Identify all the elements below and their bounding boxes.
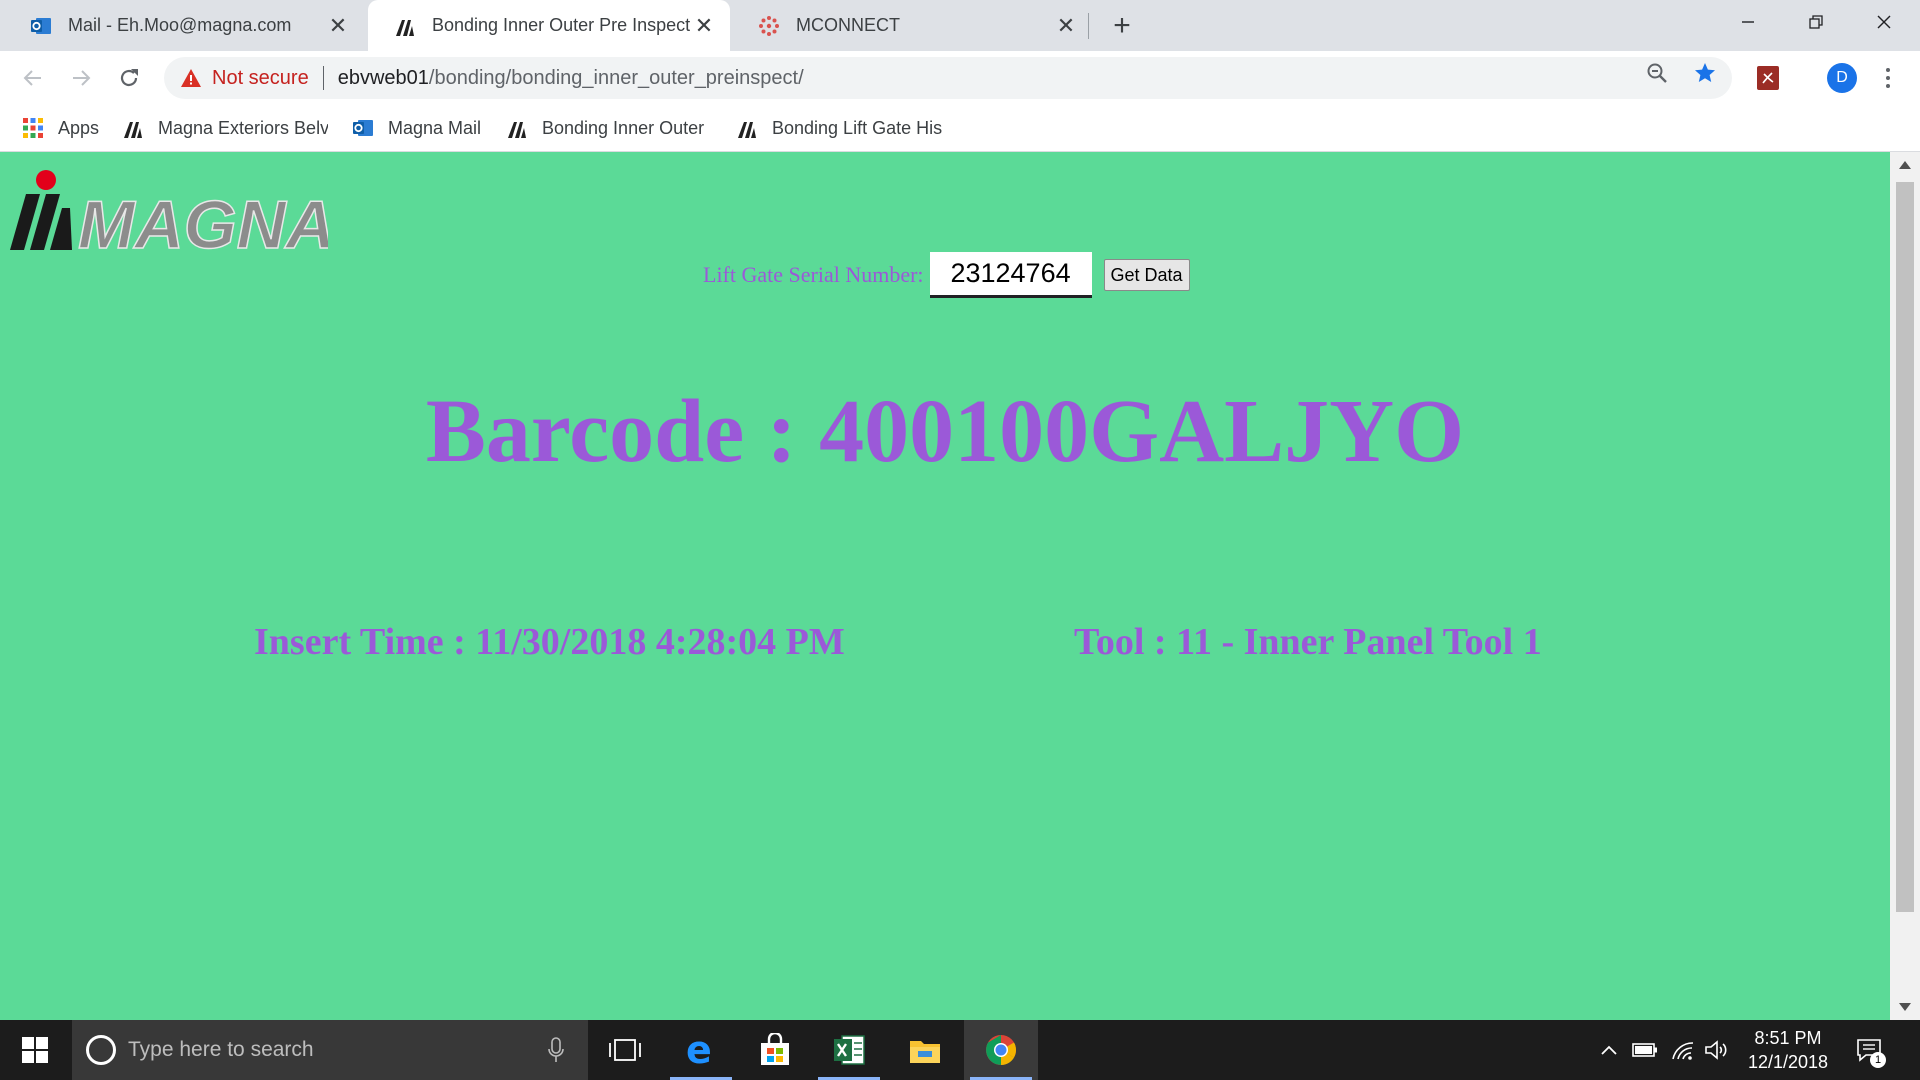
magna-icon xyxy=(736,117,758,139)
taskbar-file-explorer[interactable] xyxy=(888,1020,962,1080)
serial-label: Lift Gate Serial Number: xyxy=(703,262,924,287)
wifi-icon[interactable] xyxy=(1670,1038,1696,1062)
page-content: MAGNA Lift Gate Serial Number: Get Data … xyxy=(0,152,1890,1020)
taskbar-search[interactable]: Type here to search xyxy=(72,1020,588,1080)
magna-icon xyxy=(506,117,528,139)
show-hidden-icons-chevron-icon[interactable] xyxy=(1596,1038,1622,1062)
task-view-icon xyxy=(609,1039,641,1061)
back-arrow-icon xyxy=(23,70,41,86)
store-icon xyxy=(761,1033,789,1065)
profile-avatar[interactable]: D xyxy=(1827,63,1857,93)
menu-kebab-icon[interactable] xyxy=(1876,63,1900,93)
bookmark-apps[interactable]: Apps xyxy=(22,115,112,141)
taskbar-store[interactable] xyxy=(738,1020,812,1080)
insert-time-text: Insert Time : 11/30/2018 4:28:04 PM xyxy=(254,621,845,663)
tab-title: MCONNECT xyxy=(796,15,900,35)
reload-button[interactable] xyxy=(112,61,146,95)
clock-date: 12/1/2018 xyxy=(1747,1052,1829,1072)
warning-icon xyxy=(180,67,202,89)
close-tab-icon[interactable]: ✕ xyxy=(690,12,718,40)
serial-number-input[interactable] xyxy=(929,252,1092,298)
tab-separator xyxy=(1088,13,1089,39)
bookmark-magna-mail[interactable]: Magna Mail xyxy=(352,115,492,141)
get-data-button[interactable]: Get Data xyxy=(1103,259,1190,291)
scroll-down-icon[interactable] xyxy=(1890,994,1920,1020)
volume-icon[interactable] xyxy=(1704,1038,1730,1062)
omnibox-divider xyxy=(322,66,324,90)
minimize-button[interactable] xyxy=(1714,0,1782,44)
close-window-button[interactable] xyxy=(1850,0,1918,44)
taskbar-excel[interactable] xyxy=(812,1020,886,1080)
bookmarks-bar: Apps Magna Exteriors Belvi Magna Mail Bo… xyxy=(0,105,1920,152)
notification-count-badge: 1 xyxy=(1870,1052,1886,1068)
bookmark-bonding-lift-gate[interactable]: Bonding Lift Gate His xyxy=(736,115,942,141)
clock-time: 8:51 PM xyxy=(1754,1028,1822,1048)
bookmark-label: Bonding Inner Outer xyxy=(542,117,705,138)
bookmark-label: Magna Mail xyxy=(388,117,482,138)
excel-icon xyxy=(834,1035,865,1065)
edge-icon: e xyxy=(686,1033,712,1067)
windows-logo-icon xyxy=(22,1037,48,1063)
outlook-icon xyxy=(352,117,374,139)
bookmark-star-icon[interactable] xyxy=(1693,61,1717,85)
microphone-icon[interactable] xyxy=(544,1035,568,1065)
battery-icon[interactable] xyxy=(1632,1038,1658,1062)
tab-mconnect[interactable]: MCONNECT ✕ xyxy=(732,0,1092,51)
svg-text:MAGNA: MAGNA xyxy=(78,187,328,250)
windows-taskbar: Type here to search e 8:51 PM 12/1/2018 … xyxy=(0,1020,1920,1080)
zoom-icon[interactable] xyxy=(1645,61,1669,85)
start-button[interactable] xyxy=(0,1020,70,1080)
bookmark-bonding-inner-outer[interactable]: Bonding Inner Outer xyxy=(506,115,708,141)
system-clock[interactable]: 8:51 PM 12/1/2018 xyxy=(1738,1026,1838,1074)
tab-title: Bonding Inner Outer Pre Inspect xyxy=(432,15,690,35)
taskbar-edge[interactable]: e xyxy=(664,1020,738,1080)
bookmark-label: Apps xyxy=(58,117,100,138)
bookmark-magna-exteriors[interactable]: Magna Exteriors Belvi xyxy=(122,115,328,141)
pdf-extension-icon[interactable] xyxy=(1757,66,1779,90)
back-button[interactable] xyxy=(16,61,50,95)
chrome-icon xyxy=(986,1035,1017,1065)
svg-text:e: e xyxy=(686,1033,712,1067)
bookmark-label: Bonding Lift Gate His xyxy=(772,117,942,138)
reload-icon xyxy=(120,69,138,87)
task-view-button[interactable] xyxy=(588,1020,662,1080)
cortana-icon xyxy=(86,1035,116,1065)
tab-mail[interactable]: Mail - Eh.Moo@magna.com ✕ xyxy=(4,0,364,51)
address-bar[interactable]: Not secure ebvweb01/bonding/bonding_inne… xyxy=(164,57,1732,99)
apps-grid-icon xyxy=(22,117,44,139)
outlook-icon xyxy=(30,15,52,37)
url-host: ebvweb01 xyxy=(337,66,429,89)
restore-button[interactable] xyxy=(1782,0,1850,44)
forward-button[interactable] xyxy=(64,61,98,95)
forward-arrow-icon xyxy=(73,70,91,86)
magna-logo: MAGNA xyxy=(8,160,336,264)
magna-icon xyxy=(394,15,416,37)
browser-toolbar: Not secure ebvweb01/bonding/bonding_inne… xyxy=(0,51,1920,105)
close-tab-icon[interactable]: ✕ xyxy=(1052,12,1080,40)
bookmark-label: Magna Exteriors Belvi xyxy=(158,117,328,138)
mconnect-icon xyxy=(758,15,780,37)
tab-title: Mail - Eh.Moo@magna.com xyxy=(68,15,292,35)
tab-strip: Mail - Eh.Moo@magna.com ✕ Bonding Inner … xyxy=(0,0,1920,51)
new-tab-button[interactable]: + xyxy=(1106,9,1138,42)
taskbar-chrome[interactable] xyxy=(964,1020,1038,1080)
tool-text: Tool : 11 - Inner Panel Tool 1 xyxy=(1074,621,1542,663)
tab-bonding[interactable]: Bonding Inner Outer Pre Inspect ✕ xyxy=(368,0,730,51)
url-path: /bonding/bonding_inner_outer_preinspect/ xyxy=(428,66,804,89)
security-label[interactable]: Not secure xyxy=(212,67,309,90)
scroll-up-icon[interactable] xyxy=(1890,152,1920,178)
vertical-scrollbar[interactable] xyxy=(1890,152,1920,1020)
close-tab-icon[interactable]: ✕ xyxy=(324,12,352,40)
action-center-button[interactable]: 1 xyxy=(1852,1034,1886,1068)
search-placeholder: Type here to search xyxy=(128,1038,314,1061)
serial-form: Lift Gate Serial Number: Get Data xyxy=(703,252,1190,298)
scrollbar-thumb[interactable] xyxy=(1896,182,1914,912)
barcode-heading: Barcode : 400100GALJYO xyxy=(425,382,1465,481)
magna-icon xyxy=(122,117,144,139)
file-explorer-icon xyxy=(910,1041,940,1063)
